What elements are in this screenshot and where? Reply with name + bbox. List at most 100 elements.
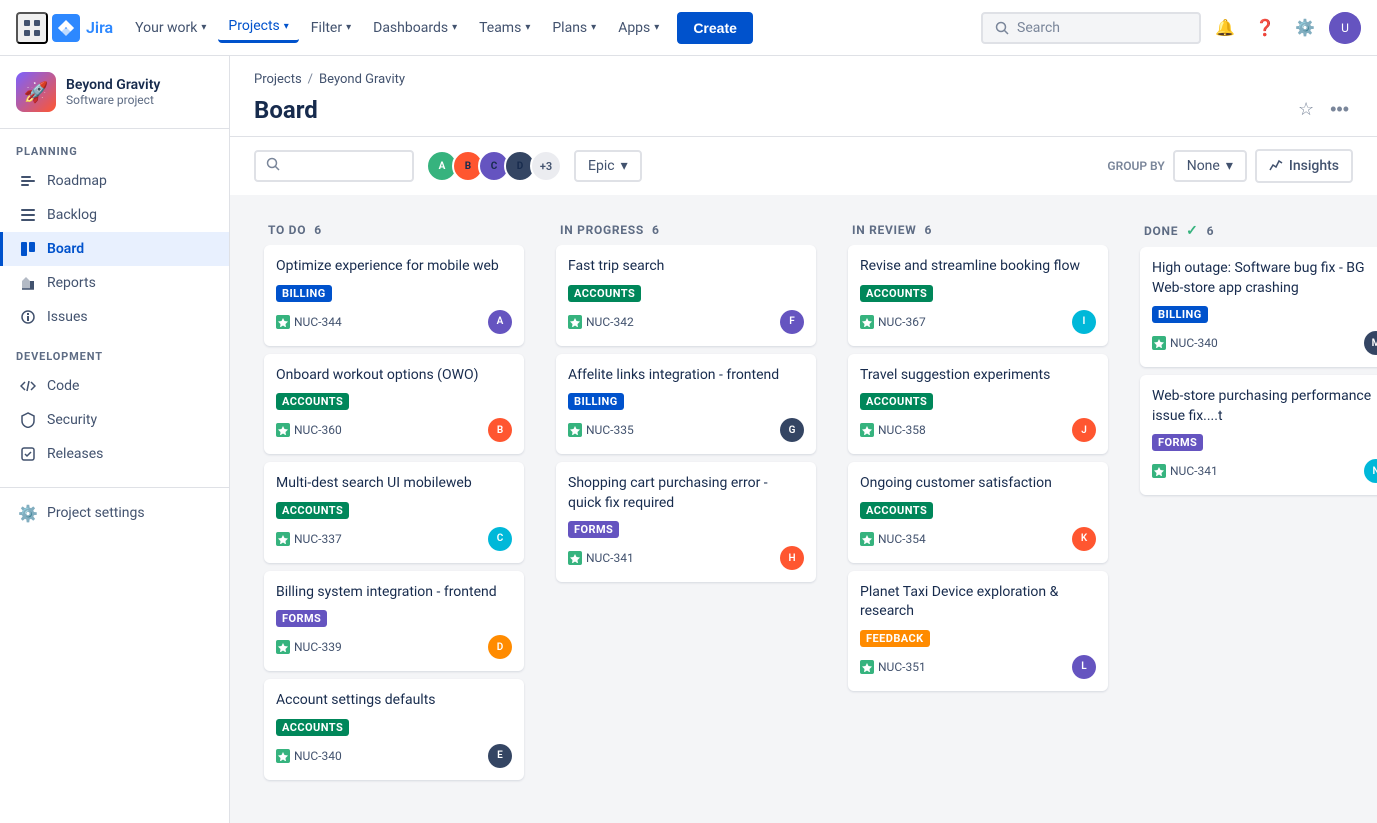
insights-icon	[1269, 157, 1283, 175]
sidebar-item-project-settings[interactable]: ⚙️ Project settings	[0, 496, 229, 530]
card-id: NUC-335	[568, 423, 634, 437]
board-icon	[19, 240, 37, 258]
nav-apps[interactable]: Apps ▾	[608, 14, 669, 42]
issue-type-icon	[276, 749, 290, 763]
search-placeholder: Search	[1017, 20, 1060, 36]
breadcrumb-project[interactable]: Beyond Gravity	[319, 72, 405, 87]
card-nuc-339[interactable]: Billing system integration - frontend FO…	[264, 571, 524, 672]
card-id: NUC-340	[1152, 336, 1218, 350]
card-nuc-344[interactable]: Optimize experience for mobile web BILLI…	[264, 245, 524, 346]
card-nuc-340[interactable]: Account settings defaults ACCOUNTS NUC-3…	[264, 679, 524, 780]
column-header-done: DONE ✓ 6	[1130, 211, 1377, 247]
card-title: Affelite links integration - frontend	[568, 366, 804, 386]
nav-dashboards[interactable]: Dashboards ▾	[363, 14, 467, 42]
card-nuc-360[interactable]: Onboard workout options (OWO) ACCOUNTS N…	[264, 354, 524, 455]
card-nuc-367[interactable]: Revise and streamline booking flow ACCOU…	[848, 245, 1108, 346]
card-nuc-337[interactable]: Multi-dest search UI mobileweb ACCOUNTS …	[264, 462, 524, 563]
card-id: NUC-342	[568, 315, 634, 329]
board-area: TO DO 6 Optimize experience for mobile w…	[230, 195, 1377, 806]
project-info: Beyond Gravity Software project	[66, 77, 160, 107]
search-box[interactable]: Search	[981, 12, 1201, 44]
sidebar-item-security[interactable]: Security	[0, 403, 229, 437]
sidebar-item-board[interactable]: Board	[0, 232, 229, 266]
sidebar-item-backlog[interactable]: Backlog	[0, 198, 229, 232]
sidebar-project-header[interactable]: 🚀 Beyond Gravity Software project	[0, 56, 229, 129]
card-tag: FORMS	[276, 610, 327, 627]
card-id: NUC-358	[860, 423, 926, 437]
sidebar-item-roadmap[interactable]: Roadmap	[0, 164, 229, 198]
issue-type-icon	[860, 423, 874, 437]
card-avatar: L	[1072, 655, 1096, 679]
card-nuc-335[interactable]: Affelite links integration - frontend BI…	[556, 354, 816, 455]
card-avatar: E	[488, 744, 512, 768]
column-cards-done: High outage: Software bug fix - BG Web-s…	[1130, 247, 1377, 790]
card-avatar: B	[488, 418, 512, 442]
more-options-button[interactable]: •••	[1326, 95, 1353, 124]
member-avatar-extra[interactable]: +3	[530, 150, 562, 182]
chevron-down-icon: ▾	[591, 22, 596, 33]
star-button[interactable]: ☆	[1294, 95, 1318, 124]
create-button[interactable]: Create	[677, 12, 753, 44]
card-nuc-342[interactable]: Fast trip search ACCOUNTS NUC-342 F	[556, 245, 816, 346]
issue-type-icon	[1152, 464, 1166, 478]
board-title-actions: ☆ •••	[1294, 95, 1353, 124]
reports-icon	[19, 274, 37, 292]
nav-right: Search 🔔 ❓ ⚙️ U	[981, 12, 1361, 44]
chevron-down-icon: ▾	[346, 22, 351, 33]
card-footer: NUC-351 L	[860, 655, 1096, 679]
board-toolbar: A B C D +3 Epic ▾ GROUP BY	[230, 137, 1377, 195]
sidebar-item-reports[interactable]: Reports	[0, 266, 229, 300]
chevron-down-icon: ▾	[201, 22, 206, 33]
nav-teams[interactable]: Teams ▾	[469, 14, 540, 42]
chevron-down-icon: ▾	[525, 22, 530, 33]
nav-your-work[interactable]: Your work ▾	[125, 14, 216, 42]
group-by-select[interactable]: None ▾	[1173, 150, 1247, 182]
card-nuc-341-ip[interactable]: Shopping cart purchasing error - quick f…	[556, 462, 816, 582]
issue-type-icon	[860, 660, 874, 674]
sidebar-item-issues[interactable]: Issues	[0, 300, 229, 334]
card-nuc-358[interactable]: Travel suggestion experiments ACCOUNTS N…	[848, 354, 1108, 455]
jira-logo-text: Jira	[86, 18, 113, 37]
card-id: NUC-351	[860, 660, 926, 674]
card-tag: FORMS	[1152, 434, 1203, 451]
breadcrumb: Projects / Beyond Gravity	[254, 72, 1353, 87]
card-id: NUC-341	[568, 551, 634, 565]
card-id: NUC-344	[276, 315, 342, 329]
card-avatar: D	[488, 635, 512, 659]
sidebar-item-releases[interactable]: Releases	[0, 437, 229, 471]
card-tag: BILLING	[276, 285, 332, 302]
card-title: Planet Taxi Device exploration & researc…	[860, 583, 1096, 622]
card-nuc-341-done[interactable]: Web-store purchasing performance issue f…	[1140, 375, 1377, 495]
settings-button[interactable]: ⚙️	[1289, 12, 1321, 44]
card-nuc-340-done[interactable]: High outage: Software bug fix - BG Web-s…	[1140, 247, 1377, 367]
jira-logo[interactable]: Jira	[52, 14, 113, 42]
card-nuc-351[interactable]: Planet Taxi Device exploration & researc…	[848, 571, 1108, 691]
releases-icon	[19, 445, 37, 463]
chevron-down-icon: ▾	[284, 21, 289, 32]
breadcrumb-projects[interactable]: Projects	[254, 72, 302, 87]
column-done: DONE ✓ 6 High outage: Software bug fix -…	[1130, 211, 1377, 790]
notifications-button[interactable]: 🔔	[1209, 12, 1241, 44]
chevron-down-icon: ▾	[654, 22, 659, 33]
nav-projects[interactable]: Projects ▾	[218, 12, 298, 43]
issue-type-icon	[276, 640, 290, 654]
user-avatar[interactable]: U	[1329, 12, 1361, 44]
board-search-filter[interactable]	[254, 150, 414, 182]
epic-filter[interactable]: Epic ▾	[574, 150, 642, 182]
card-nuc-354[interactable]: Ongoing customer satisfaction ACCOUNTS N…	[848, 462, 1108, 563]
nav-plans[interactable]: Plans ▾	[542, 14, 606, 42]
card-tag: BILLING	[1152, 306, 1208, 323]
toolbar-right: GROUP BY None ▾ Insights	[1107, 149, 1353, 183]
help-button[interactable]: ❓	[1249, 12, 1281, 44]
column-header-todo: TO DO 6	[254, 211, 534, 245]
card-footer: NUC-367 I	[860, 310, 1096, 334]
card-tag: ACCOUNTS	[860, 393, 933, 410]
insights-button[interactable]: Insights	[1255, 149, 1353, 183]
issue-type-icon	[860, 315, 874, 329]
card-avatar: A	[488, 310, 512, 334]
backlog-icon	[19, 206, 37, 224]
nav-filter[interactable]: Filter ▾	[301, 14, 361, 42]
sidebar-item-code[interactable]: Code	[0, 369, 229, 403]
grid-menu-icon[interactable]	[16, 12, 48, 44]
card-title: Optimize experience for mobile web	[276, 257, 512, 277]
